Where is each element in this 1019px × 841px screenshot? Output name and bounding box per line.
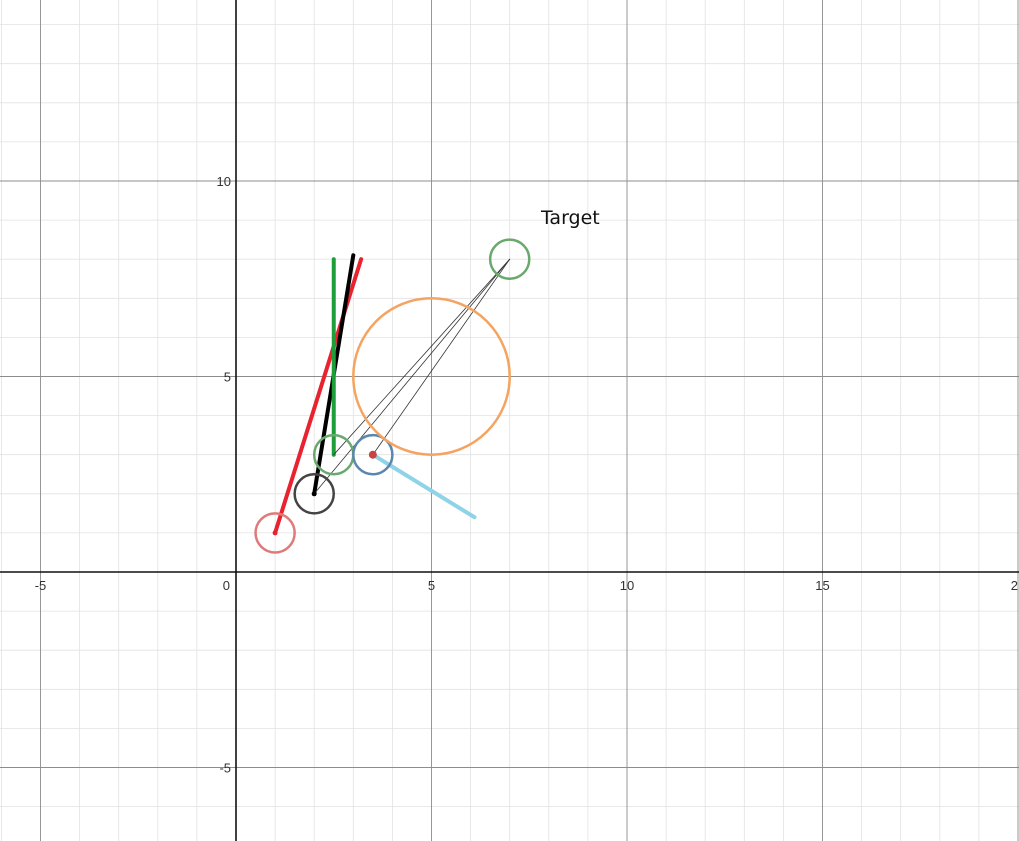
y-tick-label: 10 <box>217 174 231 189</box>
tick-labels: -5 0 5 10 15 2 -5 5 10 <box>35 174 1018 776</box>
blue-center-point <box>368 450 377 459</box>
annotations: Target <box>540 207 600 229</box>
x-tick-label: 15 <box>815 578 829 593</box>
thin-line-2 <box>372 258 511 456</box>
lightblue-segment <box>370 452 477 520</box>
thin-line-1 <box>333 258 511 456</box>
graph-area[interactable]: -5 0 5 10 15 2 -5 5 10 Target <box>0 0 1019 841</box>
x-tick-label: 10 <box>620 578 634 593</box>
x-tick-label: -5 <box>35 578 47 593</box>
y-tick-label: 5 <box>224 370 231 385</box>
y-tick-label: -5 <box>219 761 231 776</box>
red-endpoint-start <box>272 530 278 536</box>
black-endpoint-start <box>311 491 317 497</box>
x-tick-label: 5 <box>428 578 435 593</box>
red-segment <box>273 257 364 535</box>
x-tick-label: 0 <box>223 578 230 593</box>
graph-canvas[interactable]: -5 0 5 10 15 2 -5 5 10 Target <box>0 0 1019 841</box>
target-label: Target <box>540 207 600 229</box>
x-tick-label: 2 <box>1011 578 1018 593</box>
minor-gridlines <box>0 0 1019 841</box>
